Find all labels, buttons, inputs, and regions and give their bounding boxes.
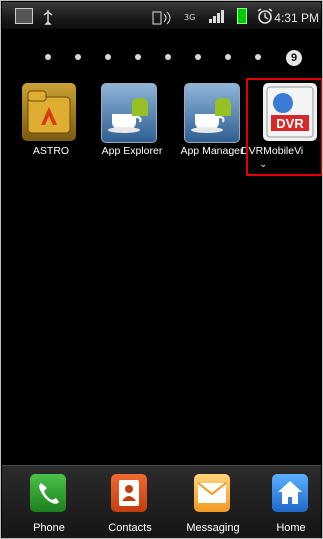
coffee-android-icon — [101, 83, 157, 143]
nfc-icon — [152, 8, 172, 27]
dock-label: Phone — [33, 522, 65, 534]
dock-item-home[interactable]: Home — [256, 474, 322, 536]
alarm-icon — [256, 7, 274, 25]
status-bar[interactable]: 3G 4:31 PM — [2, 2, 321, 29]
page-dot[interactable] — [255, 54, 261, 60]
clock: 4:31 PM — [274, 10, 319, 25]
phone-screen: 3G 4:31 PM 9 ASTRO App Explorer App Mana… — [0, 0, 323, 539]
dock: Phone Contacts Messaging Home — [2, 465, 322, 538]
contacts-icon — [111, 474, 147, 512]
image-icon — [15, 8, 33, 24]
page-dot[interactable] — [225, 54, 231, 60]
current-page-indicator[interactable]: 9 — [286, 50, 302, 66]
dock-label: Contacts — [108, 522, 152, 534]
battery-icon — [237, 8, 247, 24]
coffee-android-icon — [184, 83, 240, 143]
app-label: App Explorer — [101, 145, 163, 157]
selection-highlight — [246, 78, 322, 176]
chevron-down-icon: ⌄ — [259, 159, 268, 170]
page-dot[interactable] — [195, 54, 201, 60]
dock-item-contacts[interactable]: Contacts — [95, 474, 165, 536]
home-icon — [272, 474, 308, 512]
dock-label: Home — [276, 522, 306, 534]
page-dot[interactable] — [135, 54, 141, 60]
page-dot[interactable] — [45, 54, 51, 60]
page-indicator[interactable]: 9 — [45, 50, 310, 66]
dock-item-phone[interactable]: Phone — [14, 474, 84, 536]
page-dot[interactable] — [165, 54, 171, 60]
phone-icon — [30, 474, 66, 512]
3g-icon: 3G — [184, 12, 196, 22]
signal-icon — [208, 8, 224, 24]
dock-label: Messaging — [186, 522, 240, 534]
app-app-explorer[interactable]: App Explorer — [93, 83, 169, 165]
app-astro[interactable]: ASTRO — [13, 83, 89, 165]
app-label: ASTRO — [32, 145, 70, 157]
dock-item-messaging[interactable]: Messaging — [178, 474, 248, 536]
folder-icon — [22, 83, 76, 141]
page-dot[interactable] — [105, 54, 111, 60]
messaging-icon — [194, 474, 230, 512]
page-dot[interactable] — [75, 54, 81, 60]
usb-icon — [42, 7, 54, 26]
